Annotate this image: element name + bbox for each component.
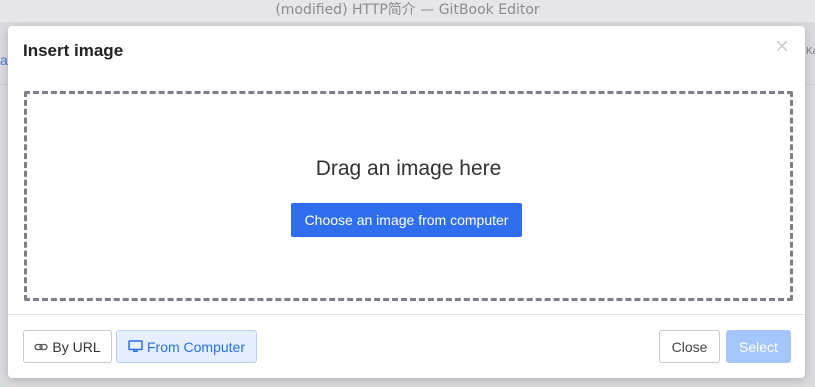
background-text-fragment-right: Ka <box>806 46 815 57</box>
dropzone-prompt: Drag an image here <box>315 157 502 180</box>
from-computer-tab[interactable]: From Computer <box>116 330 257 363</box>
insert-image-dialog: Insert image × Drag an image here Choose… <box>8 26 805 378</box>
by-url-tab[interactable]: By URL <box>23 330 112 363</box>
footer-divider <box>8 314 805 315</box>
choose-image-button[interactable]: Choose an image from computer <box>291 203 522 237</box>
link-icon <box>34 342 49 352</box>
close-icon[interactable]: × <box>772 35 792 59</box>
image-dropzone[interactable]: Drag an image here Choose an image from … <box>24 91 793 301</box>
monitor-icon <box>128 340 143 353</box>
close-button[interactable]: Close <box>659 330 720 363</box>
dialog-title: Insert image <box>23 41 124 60</box>
window-title: (modified) HTTP简介 — GitBook Editor <box>0 0 815 22</box>
from-computer-label: From Computer <box>146 338 246 355</box>
by-url-label: By URL <box>52 338 101 355</box>
select-button[interactable]: Select <box>726 330 791 363</box>
